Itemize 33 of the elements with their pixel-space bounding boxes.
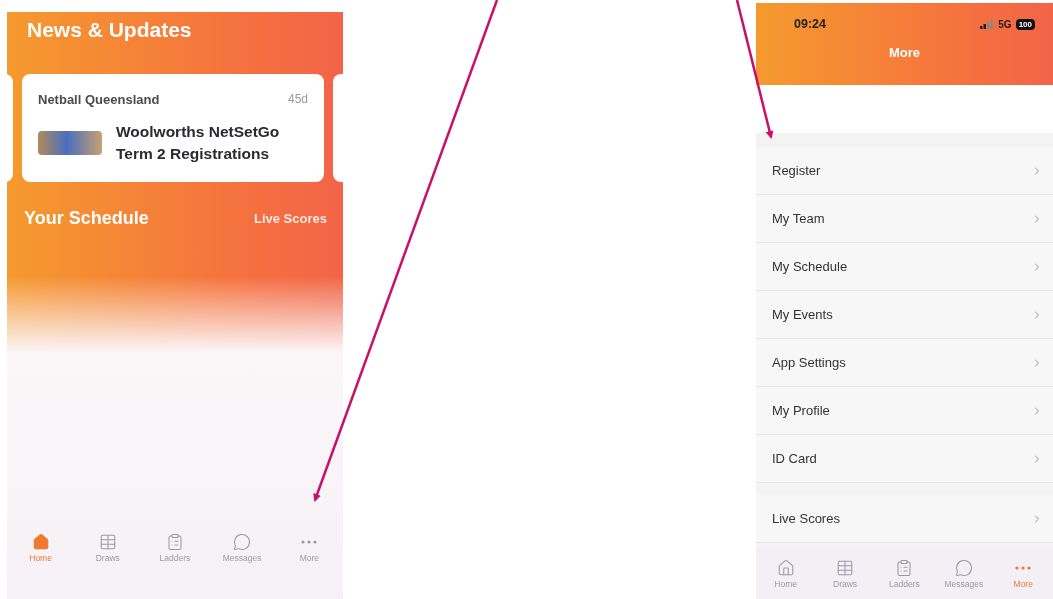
tab-bar-item[interactable]: Messages — [217, 533, 268, 563]
tab-bar-item[interactable]: Ladders — [879, 559, 930, 589]
battery-level: 100 — [1015, 18, 1035, 30]
status-time: 09:24 — [794, 17, 826, 31]
ellipsis-icon — [301, 540, 318, 544]
news-headline: Woolworths NetSetGo Term 2 Registrations — [116, 122, 281, 164]
network-label: 5G — [998, 18, 1012, 30]
ellipsis-icon — [1015, 566, 1032, 570]
news-card[interactable]: Netball Queensland 45d Woolworths NetSetGo Term 2 Registrations — [22, 74, 324, 182]
clipboard-icon — [895, 559, 914, 577]
table-icon — [836, 559, 855, 577]
news-source: Netball Queensland — [38, 92, 160, 107]
table-icon — [98, 533, 117, 551]
speech-bubble-icon — [954, 559, 973, 577]
tab-bar-item[interactable]: More — [998, 559, 1049, 589]
house-icon — [31, 533, 50, 551]
tab-bar-item[interactable]: Messages — [938, 559, 989, 589]
tab-bar-item[interactable]: Draws — [82, 533, 133, 563]
tab-bar-item[interactable]: Ladders — [149, 533, 200, 563]
news-age: 45d — [287, 92, 308, 107]
live-scores-link[interactable]: Live Scores — [254, 211, 327, 226]
tab-bar-item[interactable]: Draws — [820, 559, 871, 589]
section-title: News & Updates — [26, 17, 193, 43]
speech-bubble-icon — [233, 533, 252, 551]
house-icon — [776, 559, 795, 577]
section-title: Your Schedule — [24, 208, 149, 229]
photo-placeholder — [38, 131, 102, 155]
tab-bar-item[interactable]: Home — [760, 559, 811, 589]
signal-icon — [980, 19, 995, 29]
tab-bar-item[interactable]: More — [284, 533, 335, 563]
screen-title: More — [887, 45, 922, 60]
clipboard-icon — [165, 533, 184, 551]
tab-bar-item[interactable]: Home — [15, 533, 66, 563]
